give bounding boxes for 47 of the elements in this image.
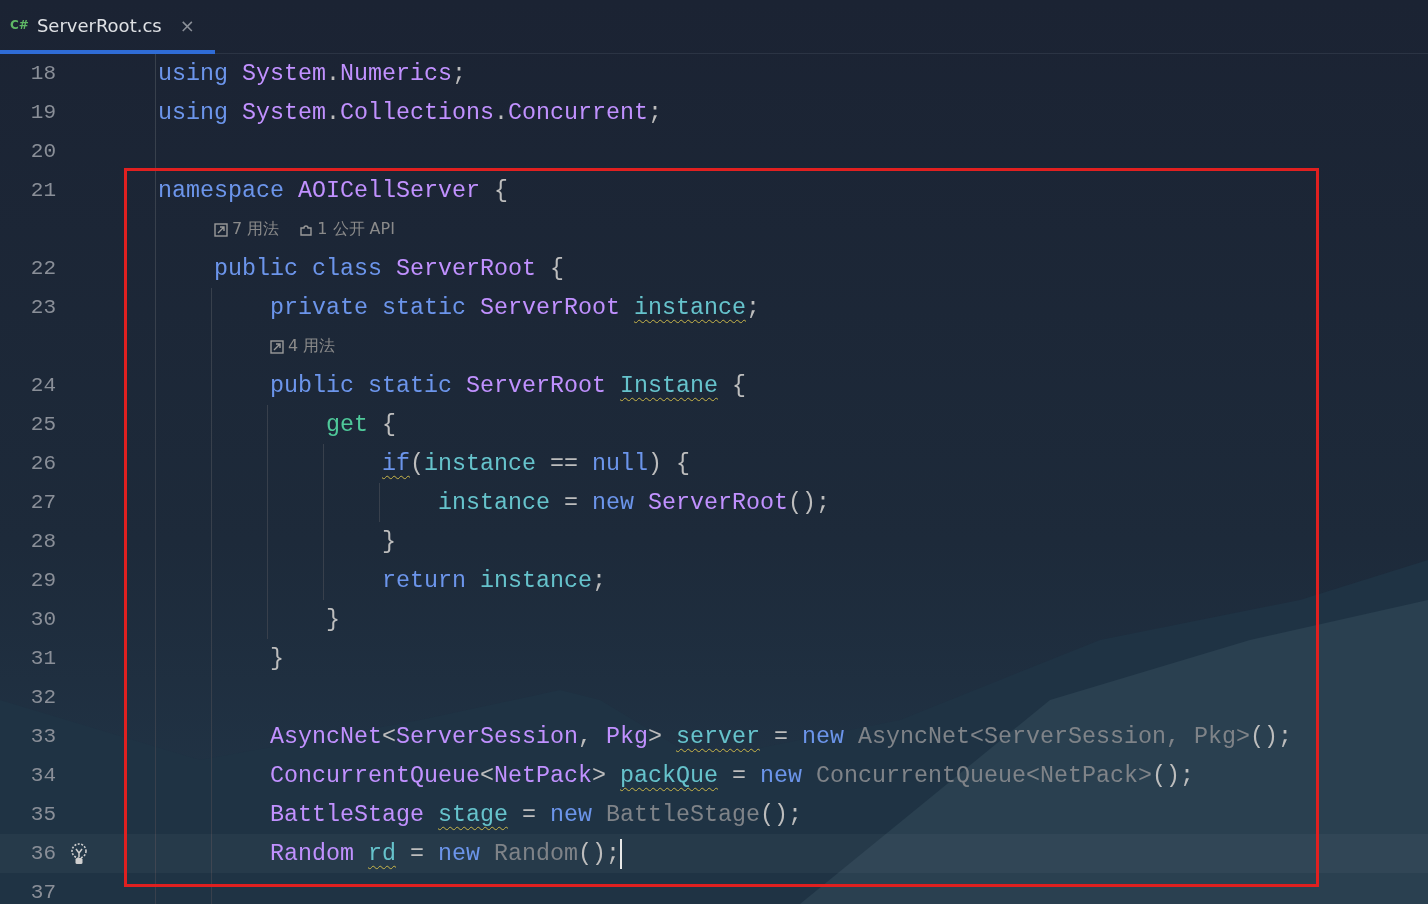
line-number: 22 xyxy=(29,257,56,280)
line-number: 25 xyxy=(29,413,56,436)
inlay-hint[interactable]: 4 用法 xyxy=(270,336,336,357)
code-line: private static ServerRoot instance; xyxy=(270,294,760,321)
inlay-hint[interactable]: 7 用法 xyxy=(214,219,280,240)
file-tab[interactable]: C# ServerRoot.cs × xyxy=(0,0,215,54)
code-line: using System.Collections.Concurrent; xyxy=(158,99,662,126)
line-number: 18 xyxy=(29,62,56,85)
line-number: 27 xyxy=(29,491,56,514)
code-line: BattleStage stage = new BattleStage(); xyxy=(270,801,802,828)
line-number: 29 xyxy=(29,569,56,592)
language-label: C# xyxy=(10,18,29,32)
line-number: 32 xyxy=(29,686,56,709)
code-line: public class ServerRoot { xyxy=(214,255,564,282)
line-number: 30 xyxy=(29,608,56,631)
line-number: 21 xyxy=(29,179,56,202)
code-line: Random rd = new Random(); xyxy=(270,840,620,867)
line-number: 35 xyxy=(29,803,56,826)
line-number: 33 xyxy=(29,725,56,748)
code-line: AsyncNet<ServerSession, Pkg> server = new AsyncNet<ServerSession, Pkg>(); xyxy=(270,723,1292,750)
lightbulb-icon[interactable] xyxy=(69,841,89,866)
line-number: 19 xyxy=(29,101,56,124)
line-number: 34 xyxy=(29,764,56,787)
arrow-box-icon xyxy=(270,339,284,354)
line-number: 24 xyxy=(29,374,56,397)
code-line: get { xyxy=(326,411,396,438)
tab-title: ServerRoot.cs xyxy=(36,14,162,36)
line-number: 26 xyxy=(29,452,56,475)
line-number: 28 xyxy=(29,530,56,553)
close-icon[interactable]: × xyxy=(179,14,195,36)
code-line: } xyxy=(382,528,396,555)
code-line: public static ServerRoot Instane { xyxy=(270,372,746,399)
code-line: return instance; xyxy=(382,567,606,594)
code-line: instance = new ServerRoot(); xyxy=(438,489,830,516)
code-line: } xyxy=(270,645,284,672)
line-number: 36 xyxy=(29,842,56,865)
line-number: 20 xyxy=(29,140,56,163)
line-number: 23 xyxy=(29,296,56,319)
code-line: using System.Numerics; xyxy=(158,60,466,87)
code-line: } xyxy=(326,606,340,633)
inlay-hint[interactable]: 1 公开 API xyxy=(299,219,395,240)
code-line: if(instance == null) { xyxy=(382,450,690,477)
line-number: 31 xyxy=(29,647,56,670)
line-number: 37 xyxy=(29,881,56,904)
arrow-box-icon xyxy=(214,222,228,237)
code-line: namespace AOICellServer { xyxy=(158,177,508,204)
code-line: ConcurrentQueue<NetPack> packQue = new ConcurrentQueue<NetPack>(); xyxy=(270,762,1194,789)
